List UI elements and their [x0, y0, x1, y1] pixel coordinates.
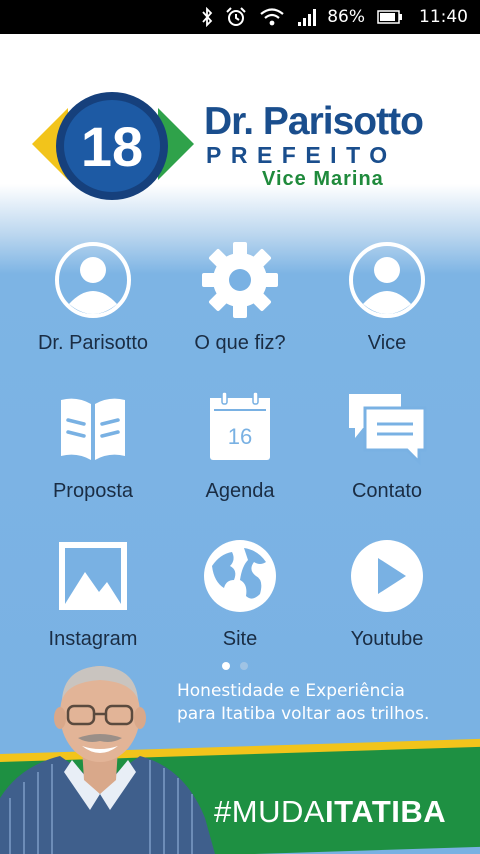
vice-name: Vice Marina: [262, 168, 384, 190]
menu-label: Vice: [367, 332, 407, 354]
book-icon: [61, 398, 125, 460]
menu-label: Dr. Parisotto: [37, 332, 149, 354]
menu-label: Youtube: [350, 628, 424, 650]
campaign-logo: 18 Dr. Parisotto PREFEITO Vice Marina: [28, 86, 458, 206]
wifi-icon: [259, 7, 285, 27]
campaign-hashtag: #MUDAITATIBA: [214, 794, 447, 829]
menu-label: Agenda: [205, 480, 275, 502]
svg-text:16: 16: [228, 424, 252, 449]
page-dot[interactable]: [240, 662, 248, 670]
menu-label: Contato: [351, 480, 423, 502]
alarm-icon: [225, 7, 247, 27]
gear-icon: [202, 242, 278, 318]
svg-text:18: 18: [81, 115, 143, 178]
chat-icon: [349, 394, 427, 466]
menu-item-youtube[interactable]: Youtube: [307, 536, 467, 666]
page-dot-active[interactable]: [222, 662, 230, 670]
status-bar: 86% 11:40: [0, 0, 480, 34]
calendar-icon: 16: [210, 391, 270, 460]
page-indicator: [222, 662, 248, 670]
play-icon: [351, 540, 423, 612]
menu-item-o-que-fiz[interactable]: O que fiz?: [160, 240, 320, 370]
globe-icon: [204, 540, 276, 612]
menu-item-proposta[interactable]: Proposta: [13, 388, 173, 518]
image-icon: [59, 542, 127, 610]
candidate-role: PREFEITO: [206, 142, 397, 168]
menu-item-agenda[interactable]: 16 Agenda: [160, 388, 320, 518]
menu-item-dr-parisotto[interactable]: Dr. Parisotto: [13, 240, 173, 370]
app-screen: 18 Dr. Parisotto PREFEITO Vice Marina Dr…: [0, 34, 480, 854]
person-icon: [349, 242, 425, 318]
battery-percent: 86%: [327, 7, 365, 27]
bluetooth-icon: [201, 7, 213, 27]
person-icon: [55, 242, 131, 318]
menu-label: Proposta: [52, 480, 134, 502]
menu-item-vice[interactable]: Vice: [307, 240, 467, 370]
candidate-portrait: [0, 666, 215, 854]
candidate-name: Dr. Parisotto: [204, 100, 424, 143]
clock: 11:40: [419, 7, 468, 27]
menu-item-contato[interactable]: Contato: [307, 388, 467, 518]
number-badge-icon: 18: [32, 92, 194, 200]
menu-label: O que fiz?: [194, 332, 286, 354]
menu-item-instagram[interactable]: Instagram: [13, 536, 173, 666]
menu-item-site[interactable]: Site: [160, 536, 320, 666]
battery-icon: [377, 9, 403, 25]
signal-icon: [297, 7, 319, 27]
